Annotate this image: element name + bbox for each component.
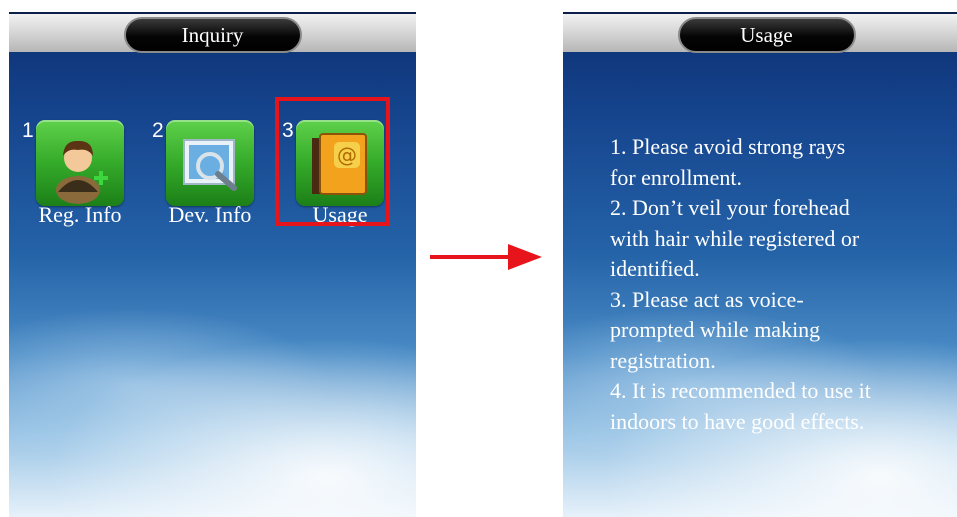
dev-info-app[interactable]: 2 Dev. Info — [150, 119, 270, 236]
app-label-reg-info: Reg. Info — [38, 202, 122, 227]
usage-line: identified. — [610, 256, 700, 281]
usage-line: for enrollment. — [610, 164, 742, 190]
usage-line: indoors to have good effects. — [610, 408, 865, 434]
user-add-icon[interactable] — [36, 120, 124, 206]
usage-selection-highlight — [275, 97, 390, 226]
reg-info-app[interactable]: 1 Reg. Info — [20, 119, 140, 236]
usage-line: 4. It is recommended to use it — [610, 378, 871, 403]
usage-screen: Usage 1. Please avoid strong rays for en… — [563, 12, 957, 517]
usage-instructions: 1. Please avoid strong rays for enrollme… — [610, 132, 940, 437]
usage-line: 1. Please avoid strong rays — [610, 134, 846, 159]
screen-title: Inquiry — [123, 17, 302, 53]
inquiry-screen: Inquiry 1 Reg. Info 2 Dev. Info @ 3 Usag… — [9, 12, 416, 517]
app-number: 2 — [152, 119, 164, 142]
usage-line: prompted while making — [610, 317, 821, 342]
usage-line: 3. Please act as voice- — [610, 286, 804, 312]
arrow-right-icon — [430, 255, 514, 259]
app-label-dev-info: Dev. Info — [168, 202, 252, 227]
app-number: 1 — [22, 119, 34, 142]
screen-title: Usage — [677, 17, 856, 53]
usage-line: 2. Don’t veil your forehead — [610, 195, 850, 220]
title-bar: Inquiry — [9, 12, 416, 53]
usage-line: registration. — [610, 347, 716, 373]
usage-line: with hair while registered or — [610, 225, 860, 251]
device-search-icon[interactable] — [166, 120, 254, 206]
title-bar: Usage — [563, 12, 957, 53]
arrow-head — [508, 244, 542, 270]
